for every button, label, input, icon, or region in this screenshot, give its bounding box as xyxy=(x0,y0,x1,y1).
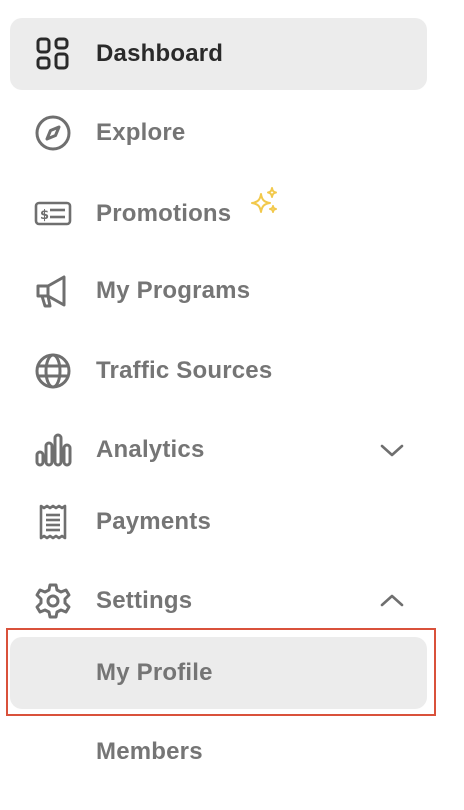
sidebar-item-label: My Programs xyxy=(96,277,251,304)
sparkle-icon xyxy=(248,186,280,218)
chevron-up-icon[interactable] xyxy=(378,587,406,615)
megaphone-icon xyxy=(34,272,72,310)
globe-icon xyxy=(34,352,72,390)
sidebar-item-label: Traffic Sources xyxy=(96,357,273,384)
sidebar-item-promotions[interactable]: $ Promotions xyxy=(10,178,427,250)
receipt-icon xyxy=(34,503,72,541)
sidebar-item-explore[interactable]: Explore xyxy=(10,97,427,169)
sidebar-nav: Dashboard Explore $ Promotions My Progra… xyxy=(0,0,464,810)
sidebar-subitem-label: Members xyxy=(96,738,203,765)
sidebar-item-traffic-sources[interactable]: Traffic Sources xyxy=(10,335,427,407)
sidebar-subitem-label: My Profile xyxy=(96,659,213,686)
sidebar-item-label: Analytics xyxy=(96,436,205,463)
sidebar-item-settings[interactable]: Settings xyxy=(10,565,427,637)
sidebar-item-dashboard[interactable]: Dashboard xyxy=(10,18,427,90)
sidebar-item-label: Promotions xyxy=(96,200,232,227)
sidebar-item-payments[interactable]: Payments xyxy=(10,486,427,558)
sidebar-subitem-my-profile[interactable]: My Profile xyxy=(10,637,427,709)
svg-text:$: $ xyxy=(40,208,49,223)
chevron-down-icon[interactable] xyxy=(378,436,406,464)
gear-icon xyxy=(34,582,72,620)
sidebar-item-label: Payments xyxy=(96,508,211,535)
sidebar-item-my-programs[interactable]: My Programs xyxy=(10,255,427,327)
sidebar-item-analytics[interactable]: Analytics xyxy=(10,414,427,486)
dollar-bill-icon: $ xyxy=(34,195,72,233)
dashboard-grid-icon xyxy=(34,35,72,73)
sidebar-subitem-members[interactable]: Members xyxy=(10,716,427,788)
sidebar-item-label: Settings xyxy=(96,587,193,614)
compass-icon xyxy=(34,114,72,152)
sidebar-item-label: Dashboard xyxy=(96,40,224,67)
sidebar-item-label: Explore xyxy=(96,119,186,146)
bar-chart-icon xyxy=(34,431,72,469)
